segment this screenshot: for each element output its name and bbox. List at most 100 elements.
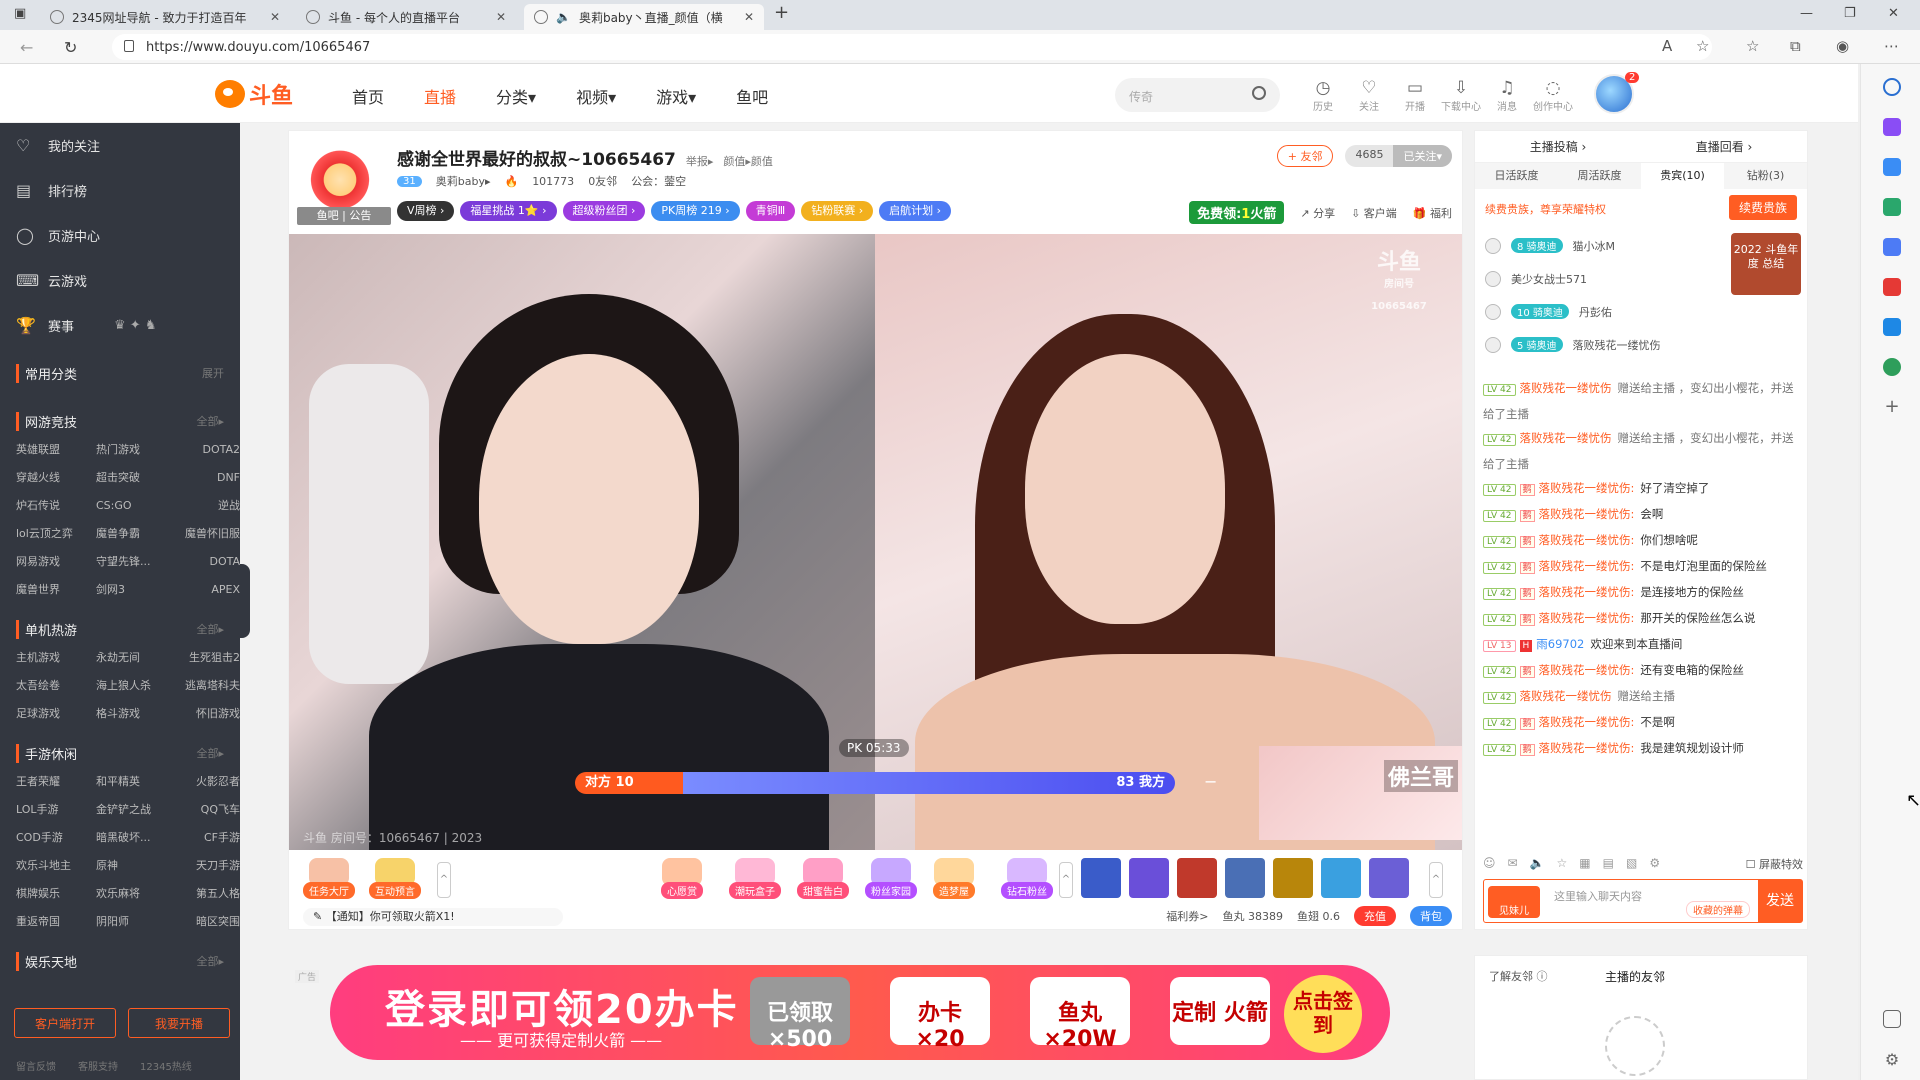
sidebar-item-cloud-game[interactable]: ⌨ 云游戏 — [0, 258, 240, 303]
welfare-button[interactable]: 🎁 福利 — [1413, 205, 1452, 221]
avatar-label[interactable]: 鱼吧 | 公告 — [297, 207, 391, 225]
recharge-button[interactable]: 充值 — [1354, 906, 1396, 926]
browser-tab[interactable]: 2345网址导航 - 致力于打造百年 ✕ — [40, 4, 290, 30]
creator-button[interactable]: ◌ 创作中心 — [1530, 78, 1576, 113]
dream-house-button[interactable]: 造梦屋 — [933, 858, 975, 899]
sidebar-game-link[interactable]: 阴阳师 — [96, 908, 176, 936]
renew-button[interactable]: 续费贵族 — [1728, 195, 1797, 220]
favorites-icon[interactable]: ☆ — [1746, 37, 1759, 55]
start-broadcast-button[interactable]: 我要开播 — [128, 1008, 230, 1038]
room-tag[interactable]: 超级粉丝团 › — [562, 201, 646, 221]
bag-button[interactable]: 背包 — [1410, 906, 1452, 926]
feedback-link[interactable]: 留言反馈 — [16, 1058, 56, 1073]
share-button[interactable]: ↗ 分享 — [1300, 205, 1335, 221]
tab-diamond[interactable]: 钻粉(3) — [1724, 163, 1807, 189]
sidebar-game-link[interactable]: 永劫无间 — [96, 644, 176, 672]
sidebar-game-link[interactable]: 暗区突围 — [176, 908, 240, 936]
chat-username[interactable]: 落败残花一缕忧伤 — [1520, 381, 1612, 395]
sidebar-game-link[interactable]: 火影忍者 — [176, 768, 240, 796]
hotline-link[interactable]: 12345热线 — [140, 1058, 192, 1073]
douyu-logo[interactable]: 斗鱼 — [215, 78, 293, 110]
chat-username[interactable]: 落败残花一缕忧伤: — [1539, 741, 1635, 755]
tab-vip[interactable]: 贵宾(10) — [1641, 163, 1724, 189]
report-link[interactable]: 举报▸ — [686, 153, 714, 169]
all-link[interactable]: 全部▸ — [196, 413, 224, 429]
sidebar-game-link[interactable]: lol云顶之弈 — [16, 520, 96, 548]
vip-row[interactable]: 10 骑奥迪 丹彭佑 — [1475, 295, 1807, 328]
diamond-fan-button[interactable]: 钻石粉丝 — [1001, 858, 1053, 899]
vip-row[interactable]: 5 骑奥迪 落败残花一缕忧伤 — [1475, 328, 1807, 361]
outlook-icon[interactable] — [1883, 318, 1901, 336]
sidebar-game-link[interactable]: 怀旧游戏 — [176, 700, 240, 728]
sidebar-game-link[interactable]: 王者荣耀 — [16, 768, 96, 796]
history-button[interactable]: ◷ 历史 — [1300, 78, 1346, 113]
close-tab-icon[interactable]: ✕ — [744, 10, 754, 24]
sidebar-game-link[interactable]: 网易游戏 — [16, 548, 96, 576]
sidebar-game-link[interactable]: CF手游 — [176, 824, 240, 852]
sidebar-game-link[interactable]: 足球游戏 — [16, 700, 96, 728]
follow-button[interactable]: 4685 已关注▾ — [1345, 145, 1452, 167]
url-field[interactable]: https://www.douyu.com/10665467 — [112, 34, 1712, 60]
sidebar-game-link[interactable]: 逃离塔科夫 — [176, 672, 240, 700]
nav-live[interactable]: 直播 — [424, 84, 456, 108]
chat-username[interactable]: 落败残花一缕忧伤: — [1539, 507, 1635, 521]
chat-username[interactable]: 落败残花一缕忧伤: — [1539, 611, 1635, 625]
start-live-button[interactable]: ▭ 开播 — [1392, 78, 1438, 113]
new-tab-icon[interactable]: + — [774, 2, 789, 23]
room-tag[interactable]: 钻粉联赛 › — [801, 201, 874, 221]
collapse-arrow-icon[interactable]: ^ — [437, 862, 451, 898]
room-tag[interactable]: PK周榜 219 › — [651, 201, 740, 221]
sidebar-game-link[interactable]: APEX — [176, 576, 240, 604]
support-link[interactable]: 客服支持 — [78, 1058, 118, 1073]
sign-in-button[interactable]: 点击签到 — [1284, 975, 1362, 1053]
category-link[interactable]: 颜值▸颜值 — [723, 153, 773, 169]
free-rocket-button[interactable]: 免费领:1火箭 — [1189, 201, 1285, 224]
gift-item-icon[interactable] — [1129, 858, 1169, 898]
year-end-badge[interactable]: 2022 斗鱼年度 总结 — [1731, 233, 1801, 295]
sidebar-game-link[interactable]: COD手游 — [16, 824, 96, 852]
room-tag[interactable]: 启航计划 › — [879, 201, 952, 221]
tree-icon[interactable] — [1883, 358, 1901, 376]
client-open-button[interactable]: 客户端打开 — [14, 1008, 116, 1038]
sidebar-game-link[interactable]: 格斗游戏 — [96, 700, 176, 728]
sidebar-game-link[interactable]: 金铲铲之战 — [96, 796, 176, 824]
sidebar-game-link[interactable]: 守望先锋... — [96, 548, 176, 576]
sidebar-game-link[interactable]: 第五人格 — [176, 880, 240, 908]
chat-username[interactable]: 雨69702 — [1536, 637, 1584, 651]
gift-icon[interactable]: ▦ — [1579, 856, 1590, 872]
guild-name[interactable]: 公会：蓥空 — [631, 173, 686, 189]
search-icon[interactable] — [1883, 78, 1901, 96]
follow-button[interactable]: ♡ 关注 — [1346, 78, 1392, 113]
search-icon[interactable] — [1252, 86, 1266, 100]
games-icon[interactable] — [1883, 238, 1901, 256]
browser-tab-active[interactable]: 🔈 奥莉baby丶直播_颜值（横 ✕ — [524, 4, 764, 30]
sidebar-game-link[interactable]: 热门游戏 — [96, 436, 176, 464]
sidebar-game-link[interactable]: 暗黑破坏... — [96, 824, 176, 852]
add-icon[interactable]: + — [1883, 396, 1901, 417]
sidebar-collapse-handle[interactable] — [240, 564, 250, 638]
friend-button[interactable]: + 友邻 — [1276, 145, 1334, 167]
fan-home-button[interactable]: 粉丝家园 — [865, 858, 917, 899]
followed-label[interactable]: 已关注▾ — [1393, 145, 1452, 167]
gift-item-icon[interactable] — [1273, 858, 1313, 898]
promo-banner[interactable]: 登录即可领20办卡 —— 更可获得定制火箭 —— 已领取 ×500 办卡 ×20… — [330, 965, 1390, 1060]
task-hall-button[interactable]: 任务大厅 — [303, 858, 355, 899]
sidebar-item-follow[interactable]: ♡ 我的关注 — [0, 123, 240, 168]
read-aloud-icon[interactable]: A — [1662, 37, 1672, 55]
close-tab-icon[interactable]: ✕ — [496, 10, 506, 24]
collections-icon[interactable]: ⧉ — [1790, 37, 1801, 55]
sidebar-game-link[interactable]: 炉石传说 — [16, 492, 96, 520]
wish-button[interactable]: 心愿赏 — [661, 858, 703, 899]
confession-button[interactable]: 甜蜜告白 — [797, 858, 849, 899]
sidebar-game-link[interactable]: 穿越火线 — [16, 464, 96, 492]
search-input[interactable]: 传奇 — [1115, 78, 1280, 112]
chat-input[interactable]: 见妹儿 这里输入聊天内容 收藏的弹幕 发送 — [1483, 879, 1803, 923]
nav-home[interactable]: 首页 — [352, 84, 384, 108]
sidebar-game-link[interactable]: 剑网3 — [96, 576, 176, 604]
vip-name[interactable]: 猫小冰M — [1573, 238, 1616, 254]
send-button[interactable]: 发送 — [1758, 880, 1802, 922]
download-button[interactable]: ⇩ 下载中心 — [1438, 78, 1484, 113]
chat-username[interactable]: 落败残花一缕忧伤 — [1520, 689, 1612, 703]
sidebar-game-link[interactable]: 主机游戏 — [16, 644, 96, 672]
card-icon[interactable]: ▤ — [1603, 856, 1614, 872]
